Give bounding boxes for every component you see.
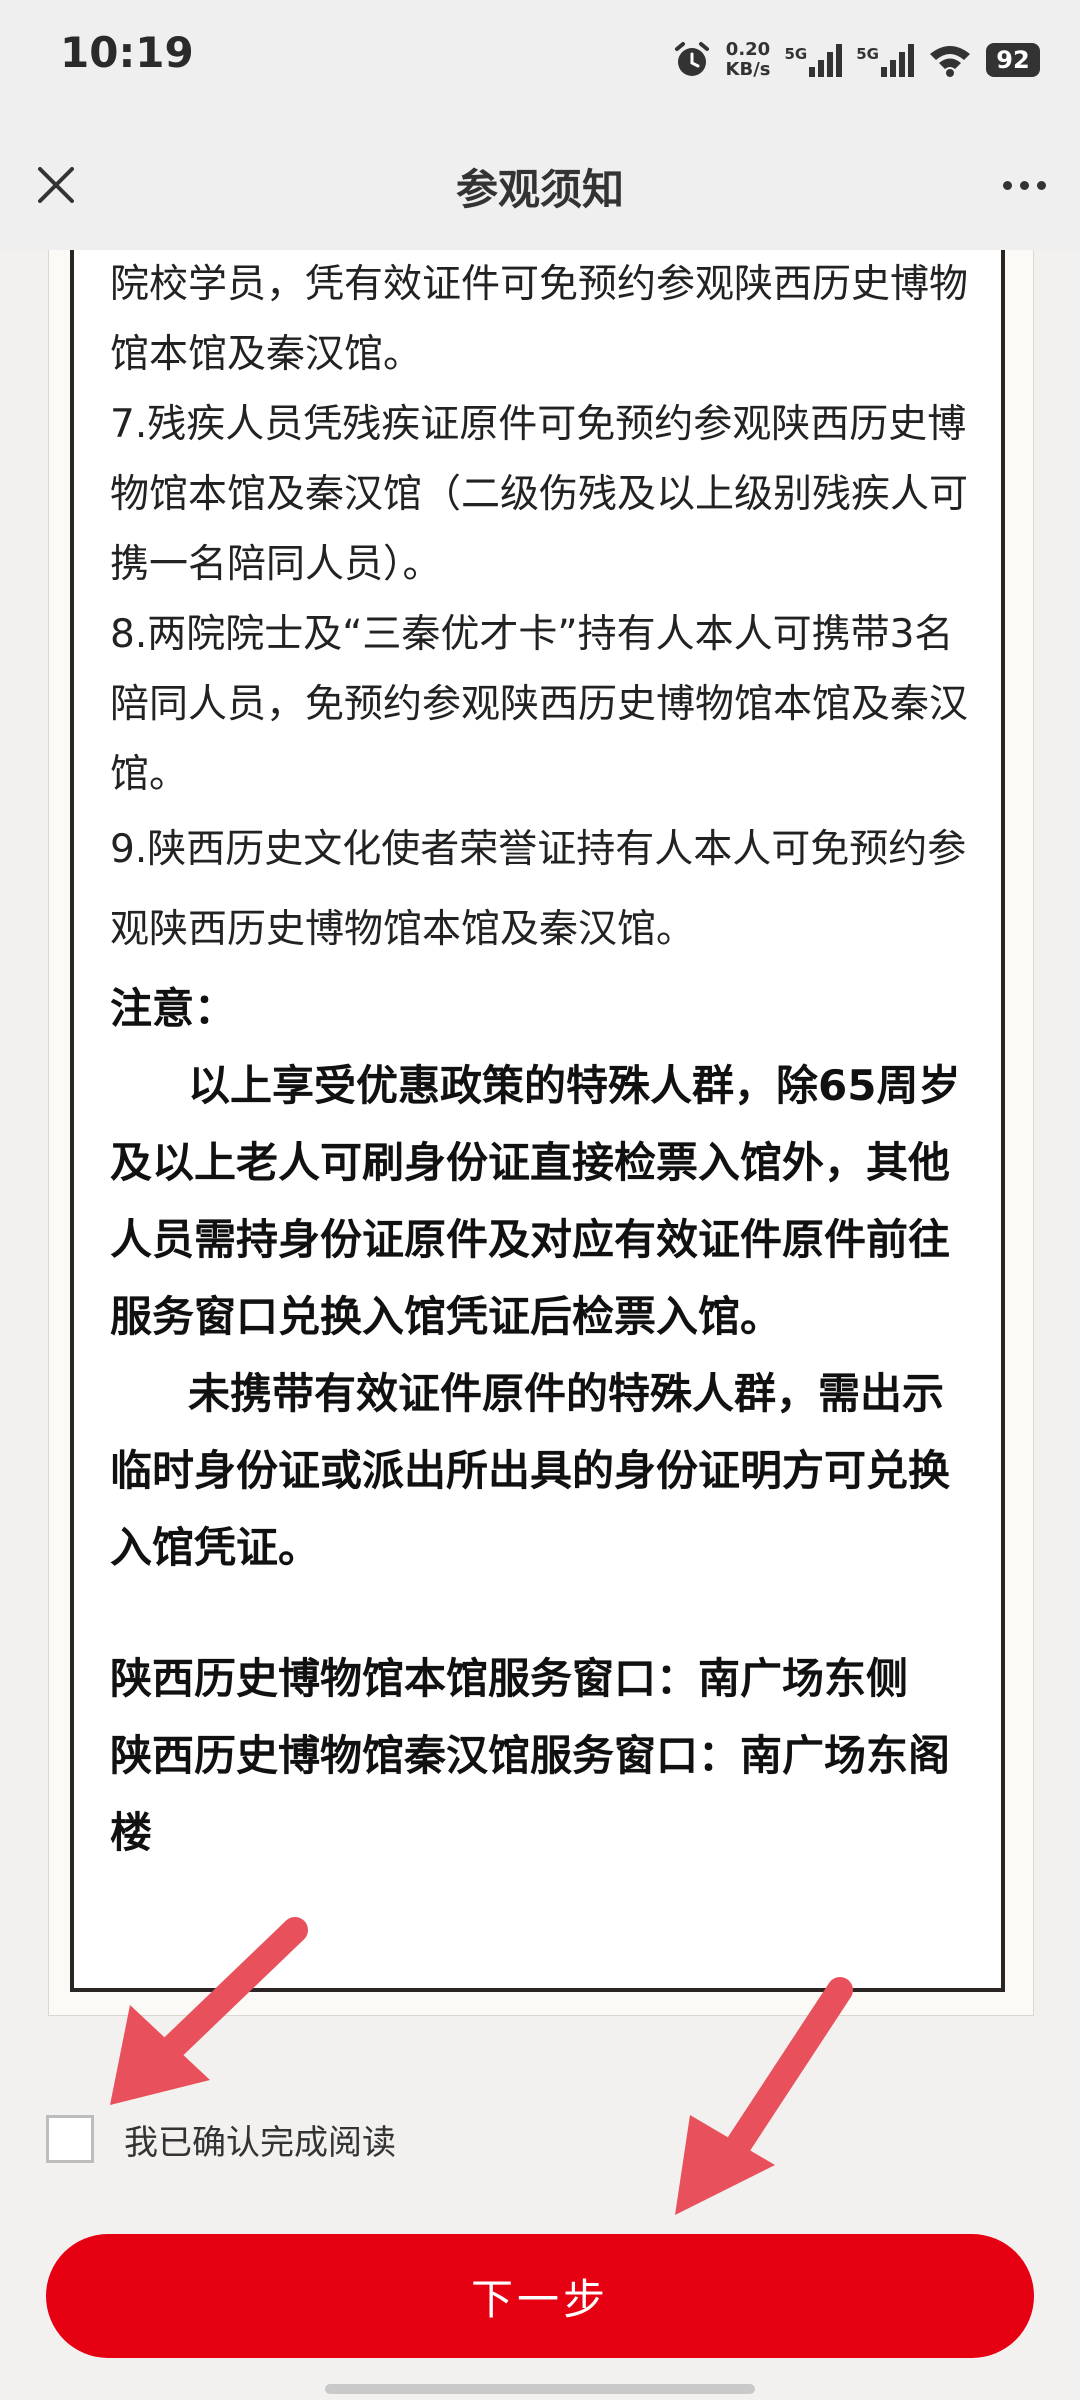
service-window-main: 陕西历史博物馆本馆服务窗口：南广场东侧 [110, 1654, 909, 1703]
annotation-arrow-icon [675, 1977, 853, 2215]
attention-title: 注意： [110, 984, 237, 1033]
confirm-row[interactable]: 我已确认完成阅读 [46, 2112, 396, 2166]
alarm-icon [674, 42, 709, 76]
notice-paragraph: 8.两院院士及“三秦优才卡”持有人本人可携带3名陪同人员，免预约参观陕西历史博物… [110, 612, 969, 797]
notice-paragraph: 9.陕西历史文化使者荣誉证持有人本人可免预约参观陕西历史博物馆本馆及秦汉馆。 [110, 827, 967, 952]
nav-bar: 参观须知 [0, 120, 1080, 250]
annotation-arrow-icon [110, 1917, 308, 2105]
net-speed: 0.20 KB/s [726, 40, 771, 80]
status-time: 10:19 [60, 28, 194, 77]
notice-content: 院校学员，凭有效证件可免预约参观陕西历史博物馆本馆及秦汉馆。 7.残疾人员凭残疾… [110, 250, 980, 1871]
signal-5g-icon: 5G [856, 43, 914, 77]
page-title: 参观须知 [455, 165, 624, 214]
net-speed-unit: KB/s [725, 59, 771, 80]
sim1-label: 5G [784, 45, 808, 63]
battery-icon: 92 [986, 43, 1040, 77]
notice-paragraph: 院校学员，凭有效证件可免预约参观陕西历史博物馆本馆及秦汉馆。 [110, 262, 969, 377]
confirm-checkbox[interactable] [46, 2115, 94, 2163]
notice-paragraph: 7.残疾人员凭残疾证原件可免预约参观陕西历史博物馆本馆及秦汉馆（二级伤残及以上级… [110, 402, 969, 587]
notice-scroll-area[interactable]: 院校学员，凭有效证件可免预约参观陕西历史博物馆本馆及秦汉馆。 7.残疾人员凭残疾… [0, 250, 1080, 2050]
more-icon[interactable] [994, 155, 1054, 215]
status-bar: 10:19 0.20 KB/s 5G 5G 92 [0, 0, 1080, 120]
next-button[interactable]: 下一步 [46, 2234, 1034, 2358]
wifi-icon [930, 46, 970, 77]
status-icons: 0.20 KB/s 5G 5G 92 [672, 30, 1040, 90]
net-speed-value: 0.20 [725, 39, 771, 60]
home-indicator[interactable] [325, 2384, 755, 2394]
confirm-label[interactable]: 我已确认完成阅读 [124, 2115, 396, 2164]
signal-5g-icon: 5G [785, 43, 843, 77]
attention-paragraph: 未携带有效证件原件的特殊人群，需出示临时身份证或派出所出具的身份证明方可兑换入馆… [110, 1369, 951, 1572]
service-window-qinhan: 陕西历史博物馆秦汉馆服务窗口：南广场东阁楼 [110, 1731, 951, 1857]
sim2-label: 5G [856, 45, 879, 63]
attention-paragraph: 以上享受优惠政策的特殊人群，除65周岁及以上老人可刷身份证直接检票入馆外，其他人… [110, 1061, 961, 1341]
